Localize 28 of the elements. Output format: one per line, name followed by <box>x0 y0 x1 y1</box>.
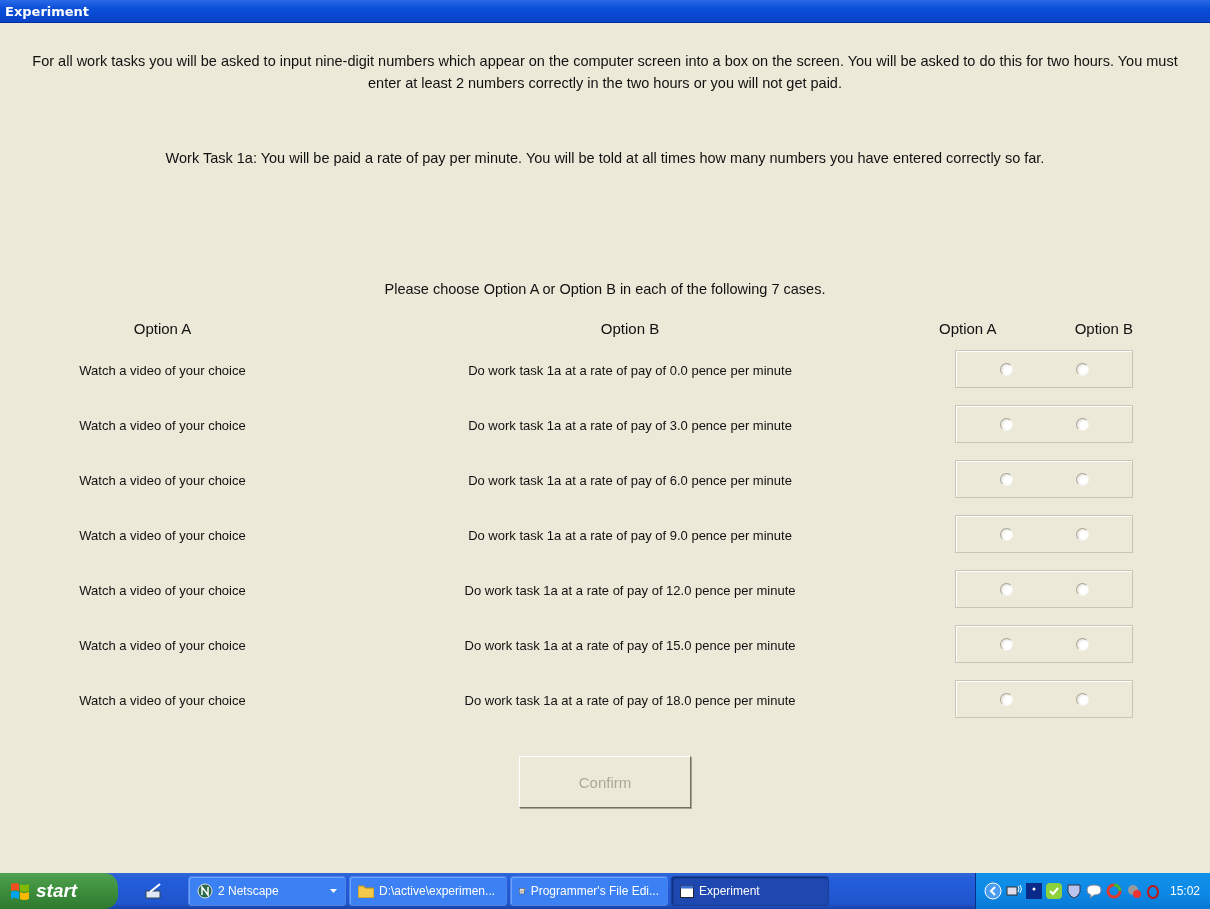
column-header: Option B <box>1074 319 1133 337</box>
option-a-text: Watch a video of your choice <box>78 637 247 655</box>
window-title: Experiment <box>5 3 90 19</box>
option-b-text: Do work task 1a at a rate of pay of 18.0 pence per minute <box>463 692 797 710</box>
taskbar-button[interactable]: Programmer's File Edi... <box>510 876 668 906</box>
option-a-text: Watch a video of your choice <box>78 527 247 545</box>
column-header: Option A <box>132 318 193 339</box>
option-a-text: Watch a video of your choice <box>78 417 247 435</box>
column-header: Option A <box>939 319 997 337</box>
option-b-text: Do work task 1a at a rate of pay of 9.0 pence per minute <box>467 527 793 545</box>
option-b-text: Do work task 1a at a rate of pay of 15.0 pence per minute <box>463 637 797 655</box>
instruction-text: For all work tasks you will be asked to input nine-digit numbers which appear on the computer screen into a box on the screen. You will be asked to do this for two hours. You must enter at least 2 numbers correctly in the two hours or you will not get paid. <box>31 52 1179 93</box>
option-b-text: Do work task 1a at a rate of pay of 3.0 pence per minute <box>467 417 793 435</box>
option-a-text: Watch a video of your choice <box>78 362 247 380</box>
start-button[interactable]: start <box>0 873 118 909</box>
prompt-text: Please choose Option A or Option B in each of the following 7 cases. <box>384 281 826 297</box>
option-b-text: Do work task 1a at a rate of pay of 0.0 pence per minute <box>467 362 793 380</box>
option-b-text: Do work task 1a at a rate of pay of 12.0 pence per minute <box>463 582 797 600</box>
taskbar-button[interactable]: Experiment <box>671 876 829 906</box>
clock: 15:02 <box>1169 884 1200 898</box>
option-a-text: Watch a video of your choice <box>78 582 247 600</box>
option-a-text: Watch a video of your choice <box>78 472 247 490</box>
taskbar-button[interactable]: 2 Netscape <box>188 876 346 906</box>
option-a-text: Watch a video of your choice <box>78 692 247 710</box>
option-b-text: Do work task 1a at a rate of pay of 6.0 pence per minute <box>467 472 793 490</box>
taskbar-button[interactable]: D:\active\experimen... <box>349 876 507 906</box>
column-header: Option B <box>599 318 661 339</box>
instruction-text: Work Task 1a: You will be paid a rate of pay per minute. You will be told at all times how many numbers you have entered correctly so far. <box>164 149 1046 168</box>
